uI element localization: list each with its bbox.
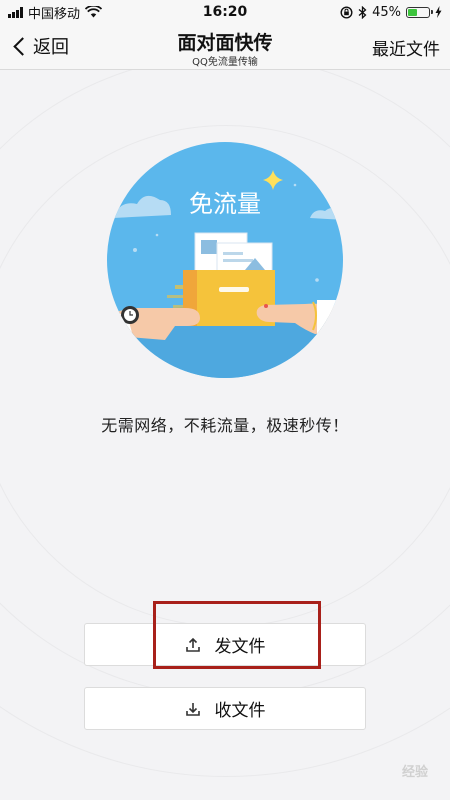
main-content: 免流量 无需网络，不耗流量，极速秒传！ 发文件 收文件 经验 [0, 70, 450, 800]
watermark: 经验 [401, 765, 428, 780]
battery-percent: 45% [372, 4, 401, 20]
status-bar: 中国移动 16:20 45% [0, 0, 450, 24]
lock-rotation-icon [340, 5, 353, 19]
tagline: 无需网络，不耗流量，极速秒传！ [101, 416, 349, 435]
battery-icon [406, 6, 433, 18]
clock: 16:20 [202, 4, 248, 20]
wifi-icon [85, 6, 103, 18]
carrier-label: 中国移动 [28, 6, 81, 22]
nav-bar: 返回 面对面快传 QQ免流量传输 最近文件 [0, 24, 450, 70]
status-bar-left: 中国移动 [8, 3, 103, 22]
receive-file-button[interactable]: 收文件 [84, 687, 366, 730]
charging-icon [435, 6, 442, 18]
free-data-badge: 免流量 [189, 190, 261, 218]
highlight-annotation [153, 601, 321, 669]
receive-file-label: 收文件 [214, 701, 266, 721]
bluetooth-icon [358, 5, 367, 19]
download-icon [185, 702, 200, 716]
status-bar-right: 45% [340, 5, 442, 20]
recent-files-button[interactable]: 最近文件 [372, 35, 440, 60]
free-data-illustration: 免流量 [107, 142, 343, 378]
signal-icon [8, 6, 23, 18]
battery-fill [408, 8, 417, 16]
